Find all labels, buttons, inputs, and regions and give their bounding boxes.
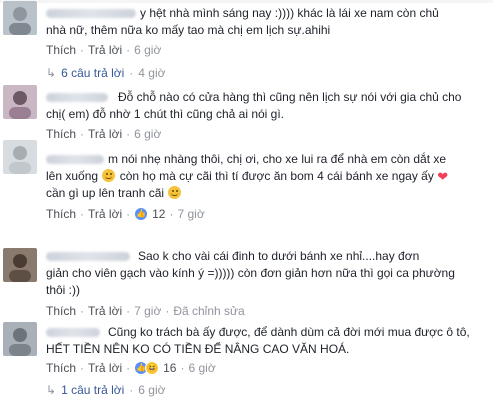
heart-icon: ❤ xyxy=(437,169,449,184)
comment-text-line1: y hệt nhà mình sáng nay :)))) khác là lá… xyxy=(140,6,439,20)
avatar[interactable] xyxy=(3,1,37,35)
avatar[interactable] xyxy=(3,322,37,356)
comment-text-line1: Cũng ko trách bà ấy được, để dành dùm cả… xyxy=(108,325,470,339)
comment-text-line2: nhà nữ, thêm nữa ko mấy tao mà chị em lị… xyxy=(46,23,331,37)
timestamp: 4 giờ xyxy=(138,66,166,80)
reply-arrow-icon: ↳ xyxy=(46,66,57,80)
haha-icon: 😆 xyxy=(145,361,160,375)
comment-5: Cũng ko trách bà ấy được, để dành dùm cả… xyxy=(0,318,493,405)
commenter-name[interactable] xyxy=(46,252,130,262)
comment-text-line1: Đỗ chỗ nào có cửa hàng thì cũng nên lịch… xyxy=(118,90,462,104)
comment-text-line2b: còn họ mà cự cãi thì tí được ăn bom 4 cá… xyxy=(119,169,434,183)
comment-text: Cũng ko trách bà ấy được, để dành dùm cả… xyxy=(46,324,489,358)
comment-text-line2: giản cho viên gạch vào kính ý =))))) còn… xyxy=(46,266,455,280)
commenter-name[interactable] xyxy=(46,155,104,165)
smile-emoji-icon xyxy=(102,169,116,182)
comment-text: y hệt nhà mình sáng nay :)))) khác là lá… xyxy=(46,5,489,39)
commenter-name[interactable] xyxy=(46,9,136,19)
avatar[interactable] xyxy=(3,140,37,174)
reaction-summary[interactable]: 👍 😆 xyxy=(134,361,160,375)
timestamp[interactable]: 7 giờ xyxy=(177,206,204,222)
reply-link[interactable]: Trả lời xyxy=(88,42,122,58)
like-link[interactable]: Thích xyxy=(46,303,76,319)
comment-4: Sao k cho vài cái đinh to dưới bánh xe n… xyxy=(0,248,493,318)
comment-text-line3: cần gì up lên tranh cãi xyxy=(46,186,165,200)
comment-text-line2: chị( em) đỗ nhờ 1 chút thì cũng chả ai n… xyxy=(46,107,285,121)
comment-text: m nói nhẹ nhàng thôi, chị ơi, cho xe lui… xyxy=(46,151,489,202)
timestamp[interactable]: 7 giờ xyxy=(134,303,161,319)
comment-3: m nói nhẹ nhàng thôi, chị ơi, cho xe lui… xyxy=(0,140,493,222)
reaction-count[interactable]: 16 xyxy=(163,360,176,376)
view-replies-link[interactable]: ↳ 6 câu trả lời · 4 giờ xyxy=(46,65,166,81)
avatar[interactable] xyxy=(3,85,37,119)
timestamp: 6 giờ xyxy=(138,383,166,397)
timestamp[interactable]: 6 giờ xyxy=(188,360,215,376)
reply-link[interactable]: Trả lời xyxy=(88,303,122,319)
reply-arrow-icon: ↳ xyxy=(46,383,57,397)
avatar[interactable] xyxy=(3,248,37,282)
smile-emoji-icon xyxy=(168,186,182,199)
reaction-summary[interactable]: 👍 xyxy=(134,207,149,221)
edited-label[interactable]: Đã chỉnh sửa xyxy=(173,303,244,319)
comment-text-line1: m nói nhẹ nhàng thôi, chị ơi, cho xe lui… xyxy=(108,152,447,166)
reply-link[interactable]: Trả lời xyxy=(88,206,122,222)
comment-text-line2a: lên xuống xyxy=(46,169,99,183)
comment-2: Đỗ chỗ nào có cửa hàng thì cũng nên lịch… xyxy=(0,85,493,141)
like-link[interactable]: Thích xyxy=(46,206,76,222)
like-link[interactable]: Thích xyxy=(46,360,76,376)
comment-text-line3: thôi :)) xyxy=(46,283,81,297)
timestamp[interactable]: 6 giờ xyxy=(134,42,161,58)
reply-link[interactable]: Trả lời xyxy=(88,360,122,376)
comment-text: Sao k cho vài cái đinh to dưới bánh xe n… xyxy=(46,248,489,299)
comment-text-line2: HẾT TIỀN NÊN KO CÓ TIỀN ĐỂ NÂNG CAO VĂN … xyxy=(46,342,350,356)
view-replies-link[interactable]: ↳ 1 câu trả lời · 6 giờ xyxy=(46,382,166,398)
like-link[interactable]: Thích xyxy=(46,42,76,58)
like-icon: 👍 xyxy=(134,207,149,221)
comment-text-line1: Sao k cho vài cái đinh to dưới bánh xe n… xyxy=(138,249,420,263)
reaction-count[interactable]: 12 xyxy=(152,206,165,222)
comment-1: y hệt nhà mình sáng nay :)))) khác là lá… xyxy=(0,0,493,80)
commenter-name[interactable] xyxy=(46,328,100,338)
comment-text: Đỗ chỗ nào có cửa hàng thì cũng nên lịch… xyxy=(46,89,489,123)
commenter-name[interactable] xyxy=(46,93,108,103)
